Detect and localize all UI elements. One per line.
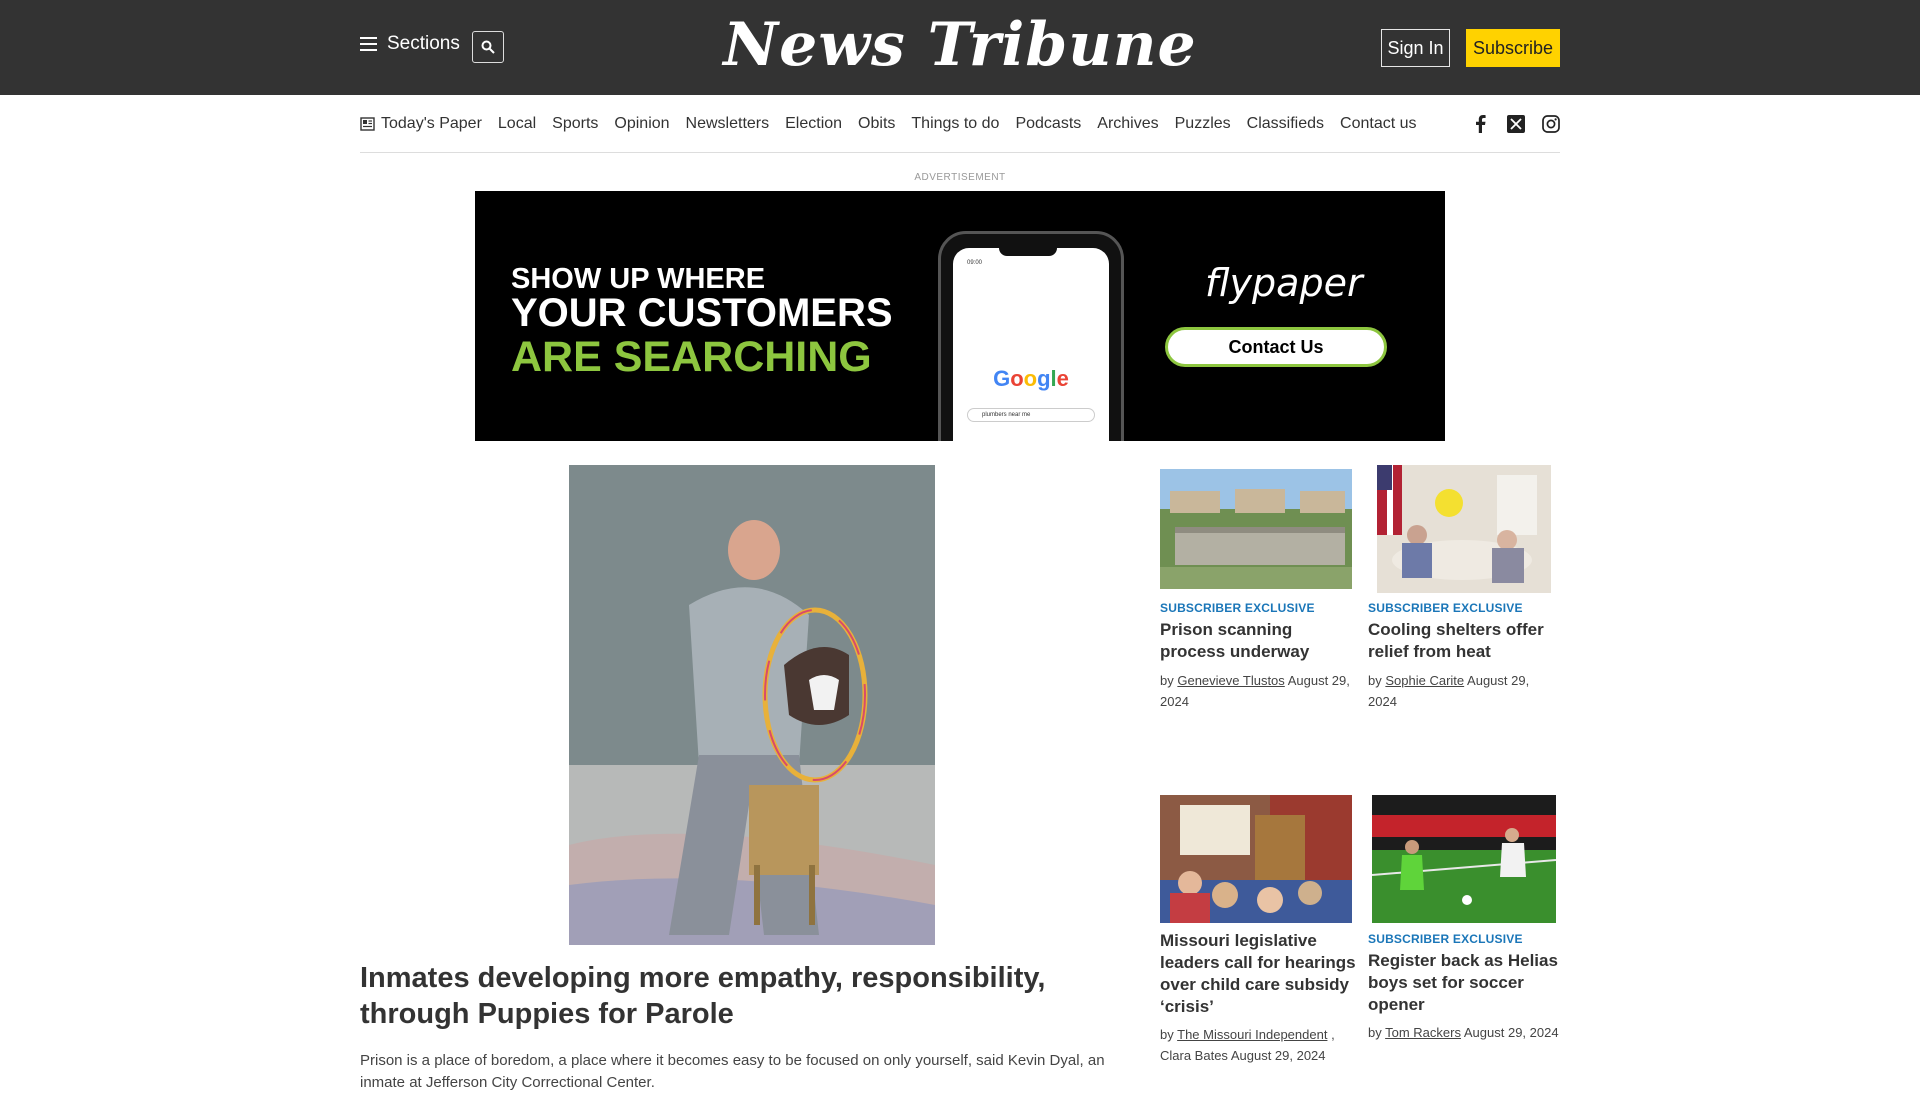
advertisement-label: ADVERTISEMENT xyxy=(914,172,1006,183)
story-headline[interactable]: Cooling shelters offer relief from heat xyxy=(1368,619,1560,663)
phone-search-box: plumbers near me xyxy=(967,408,1095,422)
nav-item-opinion[interactable]: Opinion xyxy=(614,115,669,133)
main-nav: Today's Paper Local Sports Opinion Newsl… xyxy=(360,96,1560,153)
ad-headline-line2: YOUR CUSTOMERS xyxy=(511,291,893,335)
story-byline: by Genevieve Tlustos August 29, 2024 xyxy=(1160,673,1350,709)
story-tag: SUBSCRIBER EXCLUSIVE xyxy=(1368,932,1523,946)
newspaper-icon xyxy=(360,117,375,131)
story-tag: SUBSCRIBER EXCLUSIVE xyxy=(1368,601,1523,615)
nav-item-sports[interactable]: Sports xyxy=(552,115,598,133)
story-author-link[interactable]: The Missouri Independent xyxy=(1177,1027,1327,1042)
story-thumbnail[interactable] xyxy=(1160,795,1352,923)
nav-item-todays-paper[interactable]: Today's Paper xyxy=(360,115,482,133)
phone-notch xyxy=(999,242,1057,256)
nav-item-newsletters[interactable]: Newsletters xyxy=(686,115,770,133)
nav-item-things-to-do[interactable]: Things to do xyxy=(911,115,999,133)
ad-phone-illustration: 09:00 Google plumbers near me xyxy=(938,231,1124,441)
nav-item-classifieds[interactable]: Classifieds xyxy=(1247,115,1324,133)
advertisement-banner[interactable]: SHOW UP WHERE YOUR CUSTOMERS ARE SEARCHI… xyxy=(475,191,1445,441)
sign-in-button[interactable]: Sign In xyxy=(1381,29,1450,67)
site-logo[interactable]: News Tribune xyxy=(0,10,1920,80)
nav-item-contact-us[interactable]: Contact us xyxy=(1340,115,1416,133)
facebook-icon[interactable] xyxy=(1471,114,1490,133)
instagram-icon[interactable] xyxy=(1541,114,1560,133)
social-links xyxy=(1471,114,1560,133)
story-byline: by Tom Rackers August 29, 2024 xyxy=(1368,1025,1559,1040)
main-story-headline[interactable]: Inmates developing more empathy, respons… xyxy=(360,960,1140,1032)
nav-item-archives[interactable]: Archives xyxy=(1097,115,1158,133)
story-byline: by Sophie Carite August 29, 2024 xyxy=(1368,673,1530,709)
phone-time: 09:00 xyxy=(967,260,983,266)
story-author-link[interactable]: Sophie Carite xyxy=(1385,673,1464,688)
subscribe-button[interactable]: Subscribe xyxy=(1466,29,1560,67)
story-tag: SUBSCRIBER EXCLUSIVE xyxy=(1160,601,1315,615)
nav-item-local[interactable]: Local xyxy=(498,115,536,133)
phone-screen: 09:00 Google plumbers near me xyxy=(953,248,1109,441)
main-story-photo[interactable] xyxy=(569,465,935,945)
story-thumbnail[interactable] xyxy=(1372,795,1556,923)
story-headline[interactable]: Missouri legislative leaders call for he… xyxy=(1160,930,1360,1018)
nav-item-obits[interactable]: Obits xyxy=(858,115,895,133)
ad-contact-button[interactable]: Contact Us xyxy=(1165,327,1387,367)
ad-brand-logo: flypaper xyxy=(1205,261,1363,305)
story-headline[interactable]: Register back as Helias boys set for soc… xyxy=(1368,950,1563,1016)
nav-item-podcasts[interactable]: Podcasts xyxy=(1015,115,1081,133)
google-logo: Google xyxy=(993,366,1069,391)
main-story-summary: Prison is a place of boredom, a place wh… xyxy=(360,1052,1105,1091)
story-headline[interactable]: Prison scanning process underway xyxy=(1160,619,1360,663)
ad-headline-line3: ARE SEARCHING xyxy=(511,333,872,381)
story-byline: by The Missouri Independent , Clara Bate… xyxy=(1160,1027,1335,1063)
nav-item-puzzles[interactable]: Puzzles xyxy=(1175,115,1231,133)
x-twitter-icon[interactable] xyxy=(1506,114,1525,133)
story-thumbnail[interactable] xyxy=(1160,469,1352,589)
story-author-link[interactable]: Genevieve Tlustos xyxy=(1177,673,1284,688)
story-author-link[interactable]: Tom Rackers xyxy=(1385,1025,1461,1040)
nav-item-election[interactable]: Election xyxy=(785,115,842,133)
top-bar: Sections News Tribune Sign In Subscribe xyxy=(0,0,1920,95)
story-thumbnail[interactable] xyxy=(1377,465,1551,593)
